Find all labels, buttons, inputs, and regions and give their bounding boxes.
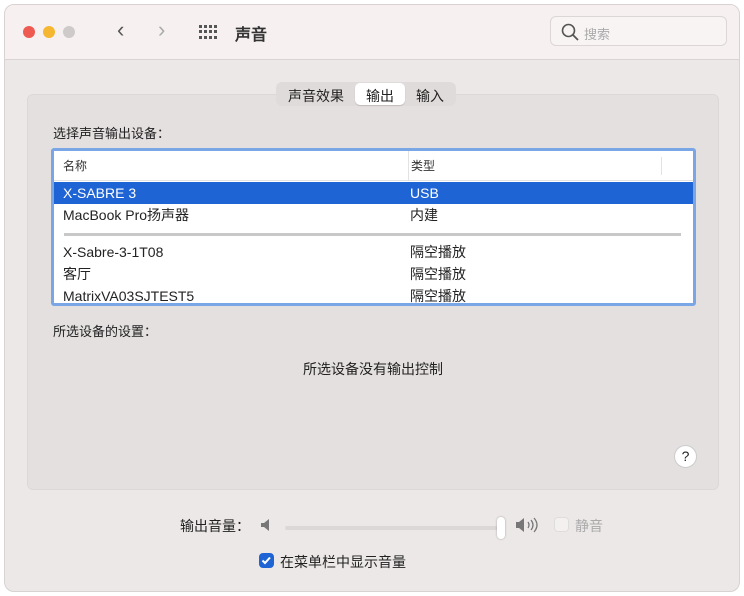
tab-input[interactable]: 输入 xyxy=(405,83,455,105)
volume-high-icon xyxy=(516,517,538,533)
volume-low-icon xyxy=(261,519,269,531)
no-output-controls-text: 所选设备没有输出控制 xyxy=(303,361,443,377)
checkmark-icon xyxy=(261,556,271,565)
table-row[interactable]: MacBook Pro扬声器 内建 xyxy=(54,204,693,226)
table-row[interactable]: 客厅 隔空播放 xyxy=(54,263,693,285)
forward-icon[interactable]: › xyxy=(158,17,165,43)
mute-checkbox[interactable] xyxy=(554,517,569,532)
table-header: 名称 类型 xyxy=(54,151,693,181)
output-device-table[interactable]: 名称 类型 X-SABRE 3 USB MacBook Pro扬声器 内建 X-Sa… xyxy=(51,148,696,306)
show-all-grid-icon[interactable] xyxy=(199,25,217,39)
search-input[interactable]: 搜索 xyxy=(550,16,727,46)
zoom-button[interactable] xyxy=(63,26,75,38)
volume-slider[interactable] xyxy=(285,517,505,539)
toolbar: ‹ › 声音 搜索 xyxy=(5,5,739,60)
device-name: X-Sabre-3-1T08 xyxy=(63,244,164,260)
help-button[interactable]: ? xyxy=(674,445,697,468)
close-button[interactable] xyxy=(23,26,35,38)
device-separator xyxy=(64,233,681,236)
select-device-label: 选择声音输出设备： xyxy=(53,126,171,141)
device-type: 隔空播放 xyxy=(410,288,466,304)
device-name: MatrixVA03SJTEST5 xyxy=(63,288,195,304)
table-row[interactable]: X-SABRE 3 USB xyxy=(54,182,693,204)
device-name: X-SABRE 3 xyxy=(63,185,137,201)
tab-sound-effects[interactable]: 声音效果 xyxy=(277,83,355,105)
window-title: 声音 xyxy=(235,27,268,44)
volume-slider-thumb[interactable] xyxy=(497,517,505,539)
search-placeholder: 搜索 xyxy=(584,27,611,42)
mute-label: 静音 xyxy=(575,518,603,534)
device-name: 客厅 xyxy=(63,266,91,282)
back-icon[interactable]: ‹ xyxy=(117,17,124,43)
device-settings-label: 所选设备的设置： xyxy=(53,324,158,339)
show-volume-in-menubar-label: 在菜单栏中显示音量 xyxy=(280,554,406,570)
device-type: 内建 xyxy=(410,207,438,223)
tab-bar: 声音效果 输出 输入 xyxy=(276,82,456,106)
output-volume-label: 输出音量： xyxy=(180,518,250,534)
tab-output[interactable]: 输出 xyxy=(355,83,405,105)
table-row[interactable]: X-Sabre-3-1T08 隔空播放 xyxy=(54,241,693,263)
search-icon xyxy=(561,23,579,41)
device-type: 隔空播放 xyxy=(410,244,466,260)
device-type: 隔空播放 xyxy=(410,266,466,282)
device-type: USB xyxy=(410,185,439,201)
column-header-type[interactable]: 类型 xyxy=(408,151,435,181)
table-row[interactable]: MatrixVA03SJTEST5 隔空播放 xyxy=(54,285,693,304)
sound-preferences-window: ‹ › 声音 搜索 声音效果 输出 输入 选择声音输出设备： 名称 类型 X-S… xyxy=(4,4,740,592)
device-name: MacBook Pro扬声器 xyxy=(63,207,190,223)
show-volume-in-menubar-checkbox[interactable] xyxy=(259,553,274,568)
minimize-button[interactable] xyxy=(43,26,55,38)
column-header-name[interactable]: 名称 xyxy=(63,151,87,181)
